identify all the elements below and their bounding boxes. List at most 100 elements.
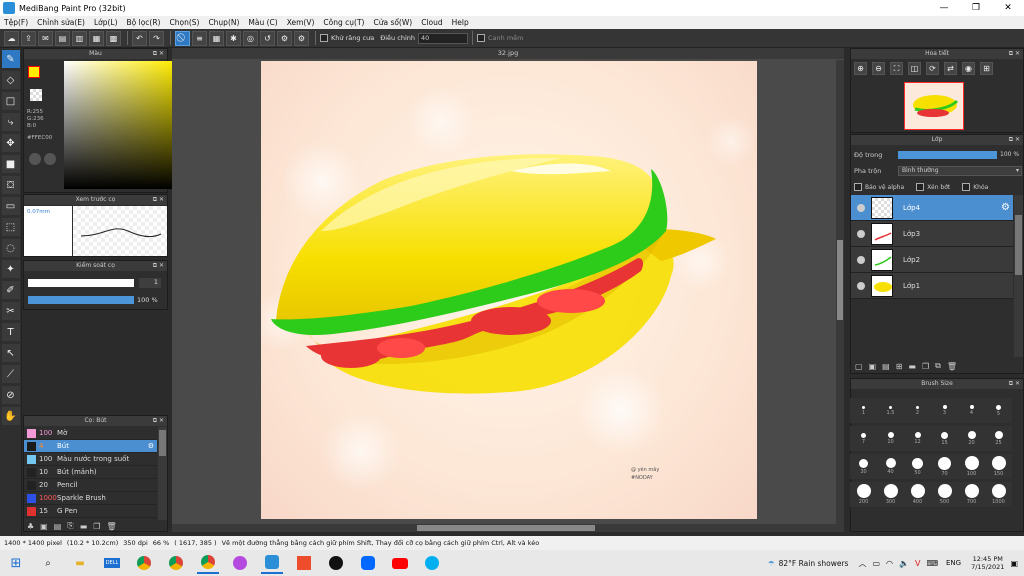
new-layer-icon[interactable]: ▢ [855, 362, 863, 371]
parallel-snap-icon[interactable]: ≡ [192, 30, 207, 46]
undo-icon[interactable]: ↶ [132, 30, 147, 46]
dell-icon[interactable]: DELL [101, 552, 123, 574]
brush-duplicate-icon[interactable]: ❐ [93, 522, 100, 531]
brush-size-cell[interactable]: 30 [850, 454, 877, 479]
saturation-value-picker[interactable] [64, 61, 174, 189]
search-icon[interactable]: ⌕ [37, 552, 59, 574]
brush-size-cell[interactable]: 1 [850, 398, 877, 423]
palette-add-icon[interactable] [44, 153, 56, 165]
protect-alpha-checkbox[interactable] [854, 183, 862, 191]
brush-copy-icon[interactable]: ▤ [54, 522, 62, 531]
brush-size-cell[interactable]: 100 [958, 454, 985, 479]
brush-item[interactable]: 1000 Sparkle Brush [24, 492, 157, 505]
brush-item[interactable]: 100 Màu nước trong suốt [24, 453, 157, 466]
brush-size-cell[interactable]: 70 [931, 454, 958, 479]
menu-file[interactable]: Tệp(F) [4, 18, 28, 27]
focus-snap-icon[interactable]: ✱ [226, 30, 241, 46]
redo-icon[interactable]: ↷ [149, 30, 164, 46]
dot-tool-icon[interactable]: □ [1, 92, 20, 110]
chrome-icon[interactable] [133, 552, 155, 574]
actual-size-icon[interactable]: ◫ [908, 62, 921, 75]
brush-size-cell[interactable]: 1000 [985, 482, 1012, 507]
eye-icon[interactable] [857, 229, 865, 238]
brush-size-cell[interactable]: 7 [850, 426, 877, 451]
keyboard-icon[interactable]: ⌨ [926, 559, 938, 568]
brush-size-cell[interactable]: 40 [877, 454, 904, 479]
brush-item[interactable]: 4 Bút ⚙ [24, 440, 157, 453]
brush-item[interactable]: 15 G Pen [24, 505, 157, 518]
move-tool-icon[interactable]: ✥ [1, 134, 20, 152]
menu-snap[interactable]: Chụp(N) [208, 18, 239, 27]
brush-size-cell[interactable]: 10 [877, 426, 904, 451]
layer-opacity-slider[interactable] [898, 151, 997, 159]
document-tab[interactable]: 32.jpg [172, 48, 844, 59]
share-icon[interactable]: ⇪ [21, 30, 36, 46]
layer-list-scrollbar[interactable] [1014, 195, 1023, 357]
brush-size-cell[interactable]: 500 [931, 482, 958, 507]
brush-size-cell[interactable]: 300 [877, 482, 904, 507]
gradient-tool-icon[interactable]: ▭ [1, 197, 20, 215]
brush-size-cell[interactable]: 50 [904, 454, 931, 479]
brush-opacity-slider[interactable] [28, 296, 134, 304]
eraser-tool-icon[interactable]: ◇ [1, 71, 20, 89]
select-eraser-tool-icon[interactable]: ✂ [1, 302, 20, 320]
zalo-icon[interactable] [357, 552, 379, 574]
gear-icon[interactable]: ⚙ [294, 30, 309, 46]
skype-icon[interactable] [421, 552, 443, 574]
brush-size-cell[interactable]: 3 [931, 398, 958, 423]
tiktok-icon[interactable] [325, 552, 347, 574]
grid-icon[interactable]: ▩ [106, 30, 121, 46]
brush-item[interactable]: 100 Mờ [24, 427, 157, 440]
brush-settings-gear-icon[interactable]: ⚙ [148, 442, 154, 450]
layer-row[interactable]: Lớp4 ⚙ [851, 195, 1013, 221]
file-explorer-icon[interactable]: ▬ [69, 552, 91, 574]
menu-layer[interactable]: Lớp(L) [94, 18, 118, 27]
eye-icon[interactable] [857, 281, 865, 290]
notification-icon[interactable]: ▣ [1010, 559, 1018, 568]
menu-cloud[interactable]: Cloud [421, 18, 442, 27]
close-button[interactable]: ✕ [992, 3, 1024, 13]
save-icon[interactable]: ▥ [72, 30, 87, 46]
fill-tool-icon[interactable]: ⤷ [1, 113, 20, 131]
merge-down-icon[interactable]: ⧉ [935, 361, 941, 371]
clock[interactable]: 12:45 PM 7/15/2021 [971, 555, 1004, 571]
new-1bit-layer-icon[interactable]: ⊞ [896, 362, 903, 371]
brush-size-slider[interactable] [28, 279, 134, 287]
note-icon[interactable]: ▤ [55, 30, 70, 46]
menu-filter[interactable]: Bộ lọc(R) [127, 18, 161, 27]
reset-view-icon[interactable]: ◉ [962, 62, 975, 75]
chevron-up-icon[interactable]: ︿ [858, 558, 866, 569]
select-pen-tool-icon[interactable]: ✐ [1, 281, 20, 299]
adjust-select[interactable]: 40 [418, 32, 468, 44]
cloud-icon[interactable]: ☁ [4, 30, 19, 46]
curve-snap-icon[interactable]: ↺ [260, 30, 275, 46]
panel-close-icon[interactable]: ⧉ ✕ [153, 49, 164, 59]
transparent-color-swatch[interactable] [30, 89, 42, 101]
wifi-icon[interactable]: ◠ [886, 559, 893, 568]
weather-widget[interactable]: ☂ 82°F Rain showers [768, 559, 849, 568]
brush-size-cell[interactable]: 1.5 [877, 398, 904, 423]
brush-new-icon[interactable]: ▣ [40, 522, 48, 531]
duplicate-layer-icon[interactable]: ❐ [922, 362, 929, 371]
brush-add-icon[interactable]: ♣ [27, 522, 34, 531]
minimize-button[interactable]: — [928, 3, 960, 13]
zoom-in-icon[interactable]: ⊕ [854, 62, 867, 75]
eye-icon[interactable] [857, 255, 865, 264]
new-folder-icon[interactable]: ▬ [908, 362, 916, 371]
lock-checkbox[interactable] [962, 183, 971, 191]
palette-icon[interactable] [29, 153, 41, 165]
snap-off-icon[interactable]: ⃠ [175, 30, 190, 46]
hand-tool-icon[interactable]: ✋ [1, 407, 20, 425]
shape-tool-icon[interactable]: ■ [1, 155, 20, 173]
antialias-checkbox[interactable] [320, 34, 328, 42]
cross-snap-icon[interactable]: ▦ [209, 30, 224, 46]
maximize-button[interactable]: ❐ [960, 3, 992, 13]
select-tool-icon[interactable]: ⬚ [1, 218, 20, 236]
menu-window[interactable]: Cửa sổ(W) [373, 18, 412, 27]
network-icon[interactable]: ▭ [872, 559, 880, 568]
brush-export-icon[interactable]: ⎘ [67, 521, 73, 531]
language-indicator[interactable]: ENG [946, 559, 961, 567]
brush-folder-icon[interactable]: ▬ [80, 522, 88, 531]
shopee-icon[interactable] [293, 552, 315, 574]
lasso-tool-icon[interactable]: ◌ [1, 239, 20, 257]
